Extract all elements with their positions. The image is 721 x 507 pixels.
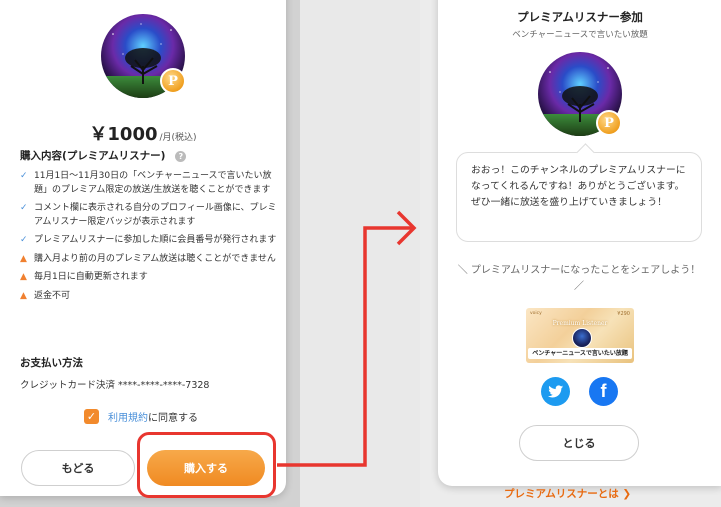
share-prompt: ＼ プレミアムリスナーになったことをシェアしよう！ ／ [457, 265, 701, 292]
sticker-banner: ベンチャーニュースで言いたい放題 [528, 348, 632, 359]
facebook-icon[interactable]: f [589, 377, 618, 406]
chevron-right-icon: ❯ [622, 488, 632, 500]
premium-info-link[interactable]: プレミアムリスナーとは ❯ [504, 486, 631, 501]
sticker-brand: voicy [530, 311, 542, 316]
dialog-subtitle: ベンチャーニュースで言いたい放題 [512, 30, 648, 40]
sticker-avatar [572, 328, 592, 348]
welcome-message: おおっ！このチャンネルのプレミアムリスナーになってくれるんですね！ありがとうござ… [456, 152, 702, 242]
close-button[interactable]: とじる [519, 425, 639, 461]
dialog-title: プレミアムリスナー参加 [517, 10, 643, 24]
sticker-title: Premium Listener [552, 320, 608, 327]
premium-sticker-image: voicy ¥290 Premium Listener ベンチャーニュースで言い… [526, 308, 634, 363]
twitter-icon[interactable] [541, 377, 570, 406]
twitter-bird-icon [547, 384, 563, 397]
sticker-price: ¥290 [617, 311, 630, 317]
premium-info-link-text: プレミアムリスナーとは [504, 488, 619, 500]
premium-badge-icon-2: P [596, 110, 622, 136]
